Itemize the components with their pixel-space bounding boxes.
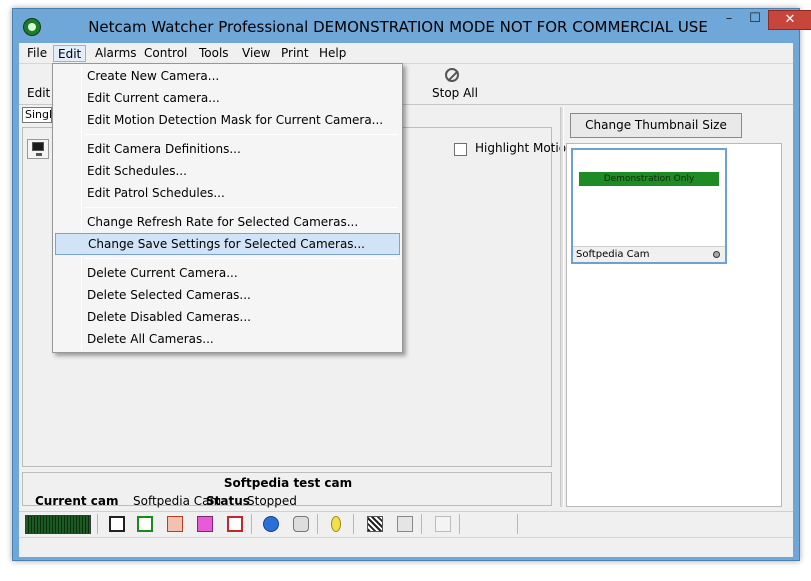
toolbar-edit-button[interactable]: Edit bbox=[27, 86, 50, 100]
toolbar-separator bbox=[421, 514, 422, 534]
toolbar-separator bbox=[353, 514, 354, 534]
motion-zones-icon[interactable] bbox=[167, 516, 183, 532]
menu-alarms[interactable]: Alarms bbox=[91, 45, 141, 62]
stop-icon[interactable] bbox=[445, 68, 459, 82]
minimize-button[interactable]: – bbox=[716, 10, 742, 30]
menu-separator bbox=[85, 207, 398, 208]
menu-item-edit-patrol-schedules[interactable]: Edit Patrol Schedules... bbox=[55, 182, 400, 204]
menu-view[interactable]: View bbox=[238, 45, 274, 62]
pixelate-icon[interactable] bbox=[367, 516, 383, 532]
close-button[interactable]: ✕ bbox=[768, 10, 811, 30]
internet-explorer-icon[interactable] bbox=[263, 516, 279, 532]
thumbnail-panel: Demonstration Only Softpedia Cam bbox=[566, 143, 782, 507]
menu-item-change-save-settings[interactable]: Change Save Settings for Selected Camera… bbox=[55, 233, 400, 255]
level-meter bbox=[25, 515, 91, 534]
menu-item-edit-schedules[interactable]: Edit Schedules... bbox=[55, 160, 400, 182]
bottom-toolbar bbox=[19, 511, 793, 535]
status-label: Status bbox=[206, 494, 250, 508]
menu-item-edit-camera-definitions[interactable]: Edit Camera Definitions... bbox=[55, 138, 400, 160]
camera-status-area: Softpedia test cam Current cam Softpedia… bbox=[22, 472, 552, 508]
menu-item-delete-current-camera[interactable]: Delete Current Camera... bbox=[55, 262, 400, 284]
toolbar-separator bbox=[517, 514, 518, 534]
highlight-motion-label: Highlight Motion bbox=[475, 141, 574, 155]
menu-separator bbox=[85, 134, 398, 135]
camera-status-icon bbox=[713, 251, 720, 258]
menu-item-delete-all-cameras[interactable]: Delete All Cameras... bbox=[55, 328, 400, 350]
thumbnail-footer: Softpedia Cam bbox=[573, 246, 725, 262]
menu-help[interactable]: Help bbox=[315, 45, 350, 62]
play-camera-icon[interactable] bbox=[137, 516, 153, 532]
walking-person-icon[interactable] bbox=[435, 516, 451, 532]
toolbar-separator bbox=[251, 514, 252, 534]
lock-icon[interactable] bbox=[293, 516, 309, 532]
menu-item-edit-current-camera[interactable]: Edit Current camera... bbox=[55, 87, 400, 109]
tab-single[interactable]: Single bbox=[22, 107, 52, 123]
monitor-button[interactable] bbox=[27, 139, 49, 159]
menu-edit[interactable]: Edit bbox=[53, 45, 87, 62]
menu-control[interactable]: Control bbox=[140, 45, 191, 62]
menu-item-change-refresh-rate[interactable]: Change Refresh Rate for Selected Cameras… bbox=[55, 211, 400, 233]
menu-item-delete-selected-cameras[interactable]: Delete Selected Cameras... bbox=[55, 284, 400, 306]
menu-item-delete-disabled-cameras[interactable]: Delete Disabled Cameras... bbox=[55, 306, 400, 328]
record-icon[interactable] bbox=[227, 516, 243, 532]
highlight-motion-checkbox[interactable] bbox=[454, 143, 467, 156]
menu-bar: File Edit Alarms Control Tools View Prin… bbox=[19, 43, 793, 63]
edit-menu-dropdown: Create New Camera... Edit Current camera… bbox=[52, 63, 403, 353]
toolbar-separator bbox=[317, 514, 318, 534]
menu-print[interactable]: Print bbox=[277, 45, 313, 62]
demo-banner: Demonstration Only bbox=[579, 172, 719, 186]
camera-name: Softpedia test cam bbox=[223, 476, 353, 490]
stop-all-button[interactable]: Stop All bbox=[432, 86, 478, 100]
lightbulb-icon[interactable] bbox=[331, 516, 341, 532]
window-title: Netcam Watcher Professional DEMONSTRATIO… bbox=[88, 18, 708, 36]
current-cam-label: Current cam bbox=[35, 494, 119, 508]
toolbar-separator bbox=[97, 514, 98, 534]
status-value: Stopped bbox=[247, 494, 297, 508]
maximize-button[interactable]: ☐ bbox=[742, 10, 768, 30]
status-bar bbox=[19, 537, 793, 555]
menu-item-create-new-camera[interactable]: Create New Camera... bbox=[55, 65, 400, 87]
menu-file[interactable]: File bbox=[23, 45, 51, 62]
menu-item-edit-motion-mask[interactable]: Edit Motion Detection Mask for Current C… bbox=[55, 109, 400, 131]
thumbnail-camera-name: Softpedia Cam bbox=[576, 249, 650, 260]
monitor-icon bbox=[32, 142, 44, 156]
pattern-icon[interactable] bbox=[197, 516, 213, 532]
title-bar[interactable]: Netcam Watcher Professional DEMONSTRATIO… bbox=[13, 9, 811, 43]
toolbar-separator bbox=[459, 514, 460, 534]
menu-separator bbox=[85, 258, 398, 259]
settings-icon[interactable] bbox=[397, 516, 413, 532]
panel-splitter[interactable] bbox=[560, 107, 564, 507]
change-thumbnail-size-button[interactable]: Change Thumbnail Size bbox=[570, 113, 742, 138]
stop-camera-icon[interactable] bbox=[109, 516, 125, 532]
menu-tools[interactable]: Tools bbox=[195, 45, 233, 62]
camera-thumbnail[interactable]: Demonstration Only Softpedia Cam bbox=[571, 148, 727, 264]
